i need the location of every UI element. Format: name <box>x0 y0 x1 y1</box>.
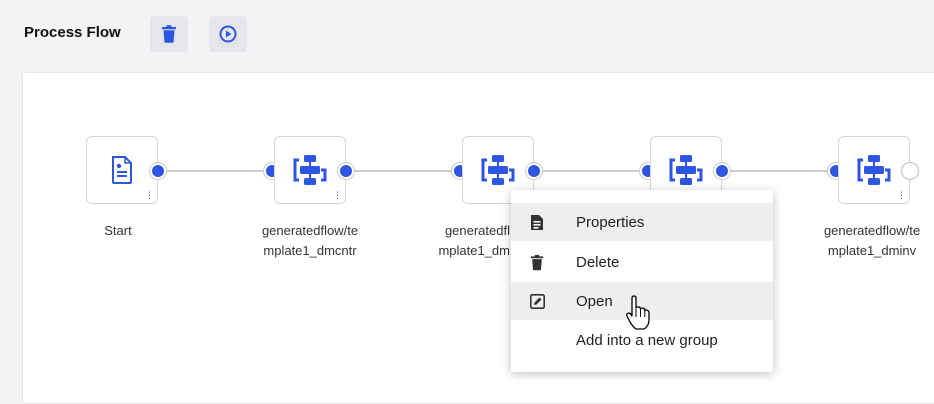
flow-node[interactable]: ⋮ <box>274 136 346 204</box>
node-menu-icon[interactable]: ⋮ <box>145 191 154 200</box>
node-label: generatedfl mplate1_dm <box>438 223 510 258</box>
flow-node[interactable]: ⋮ <box>838 136 910 204</box>
edit-icon <box>529 293 545 309</box>
flow-node-start[interactable]: ⋮ <box>86 136 158 204</box>
output-port[interactable] <box>902 163 918 179</box>
node-label: generatedflow/te mplate1_dmcntr <box>261 223 359 258</box>
connector-edge <box>164 170 274 172</box>
document-icon <box>112 156 132 184</box>
node-menu-icon[interactable]: ⋮ <box>897 191 906 200</box>
node-menu-icon[interactable]: ⋮ <box>333 191 342 200</box>
trash-icon <box>162 25 176 43</box>
properties-icon <box>531 214 543 230</box>
context-menu: Properties Delete Open Add into a new gr… <box>511 190 773 372</box>
connector-edge <box>728 170 838 172</box>
flow-icon <box>669 155 703 185</box>
header-bar: Process Flow <box>0 0 934 70</box>
hand-cursor-icon <box>626 295 650 330</box>
connector-edge <box>352 170 462 172</box>
menu-item-delete[interactable]: Delete <box>511 243 773 281</box>
trash-icon <box>530 254 544 270</box>
connector-edge <box>540 170 650 172</box>
output-port[interactable] <box>714 163 730 179</box>
play-circle-icon <box>219 25 237 43</box>
page-title: Process Flow <box>24 24 121 41</box>
output-port[interactable] <box>150 163 166 179</box>
flow-icon <box>481 155 515 185</box>
node-label: generatedflow/te mplate1_dminv <box>823 223 921 258</box>
output-port[interactable] <box>338 163 354 179</box>
flow-icon <box>857 155 891 185</box>
node-label: Start <box>104 223 132 238</box>
output-port[interactable] <box>526 163 542 179</box>
flow-icon <box>293 155 327 185</box>
menu-item-properties[interactable]: Properties <box>511 203 773 241</box>
run-button[interactable] <box>209 16 247 52</box>
delete-button[interactable] <box>150 16 188 52</box>
